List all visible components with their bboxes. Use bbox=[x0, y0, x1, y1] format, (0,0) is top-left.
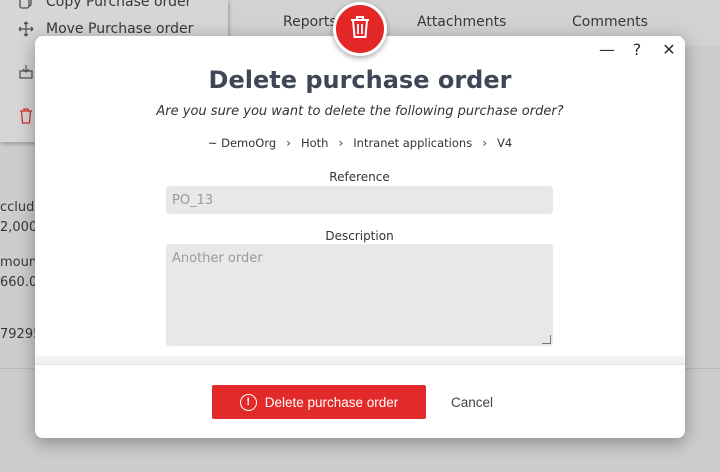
breadcrumb: ~ DemoOrg › Hoth › Intranet applications… bbox=[35, 136, 685, 150]
chevron-right-icon: › bbox=[286, 136, 291, 150]
breadcrumb-item-org: ~ DemoOrg bbox=[207, 136, 277, 150]
chevron-right-icon: › bbox=[338, 136, 344, 150]
dialog-subtitle: Are you sure you want to delete the foll… bbox=[156, 104, 564, 119]
description-field[interactable]: Another order bbox=[166, 244, 553, 346]
help-button[interactable]: ? bbox=[626, 38, 648, 60]
delete-dialog: — ? ✕ Delete purchase order Are you sure… bbox=[35, 36, 685, 438]
scroll-shadow bbox=[35, 356, 685, 364]
dialog-footer: ! Delete purchase order Cancel bbox=[35, 364, 685, 438]
alert-icon: ! bbox=[239, 393, 257, 411]
breadcrumb-item-hoth: Hoth bbox=[300, 136, 329, 150]
breadcrumb-item-version: V4 bbox=[497, 136, 513, 150]
cancel-button[interactable]: Cancel bbox=[437, 385, 507, 419]
description-text: Another order bbox=[172, 251, 263, 266]
minimize-button[interactable]: — bbox=[596, 38, 618, 60]
delete-purchase-order-button[interactable]: ! Delete purchase order bbox=[212, 385, 426, 419]
breadcrumb-item-intranet: Intranet applications bbox=[353, 136, 473, 150]
delete-button-label: Delete purchase order bbox=[264, 394, 399, 410]
chevron-right-icon: › bbox=[482, 136, 487, 150]
resize-handle-icon[interactable] bbox=[542, 335, 551, 344]
dialog-title: Delete purchase order bbox=[208, 66, 512, 94]
description-label: Description bbox=[325, 229, 394, 243]
reference-label: Reference bbox=[329, 170, 390, 184]
close-button[interactable]: ✕ bbox=[658, 38, 680, 60]
trash-badge bbox=[333, 2, 387, 56]
reference-field[interactable]: PO_13 bbox=[166, 186, 553, 214]
trash-icon bbox=[349, 15, 371, 43]
